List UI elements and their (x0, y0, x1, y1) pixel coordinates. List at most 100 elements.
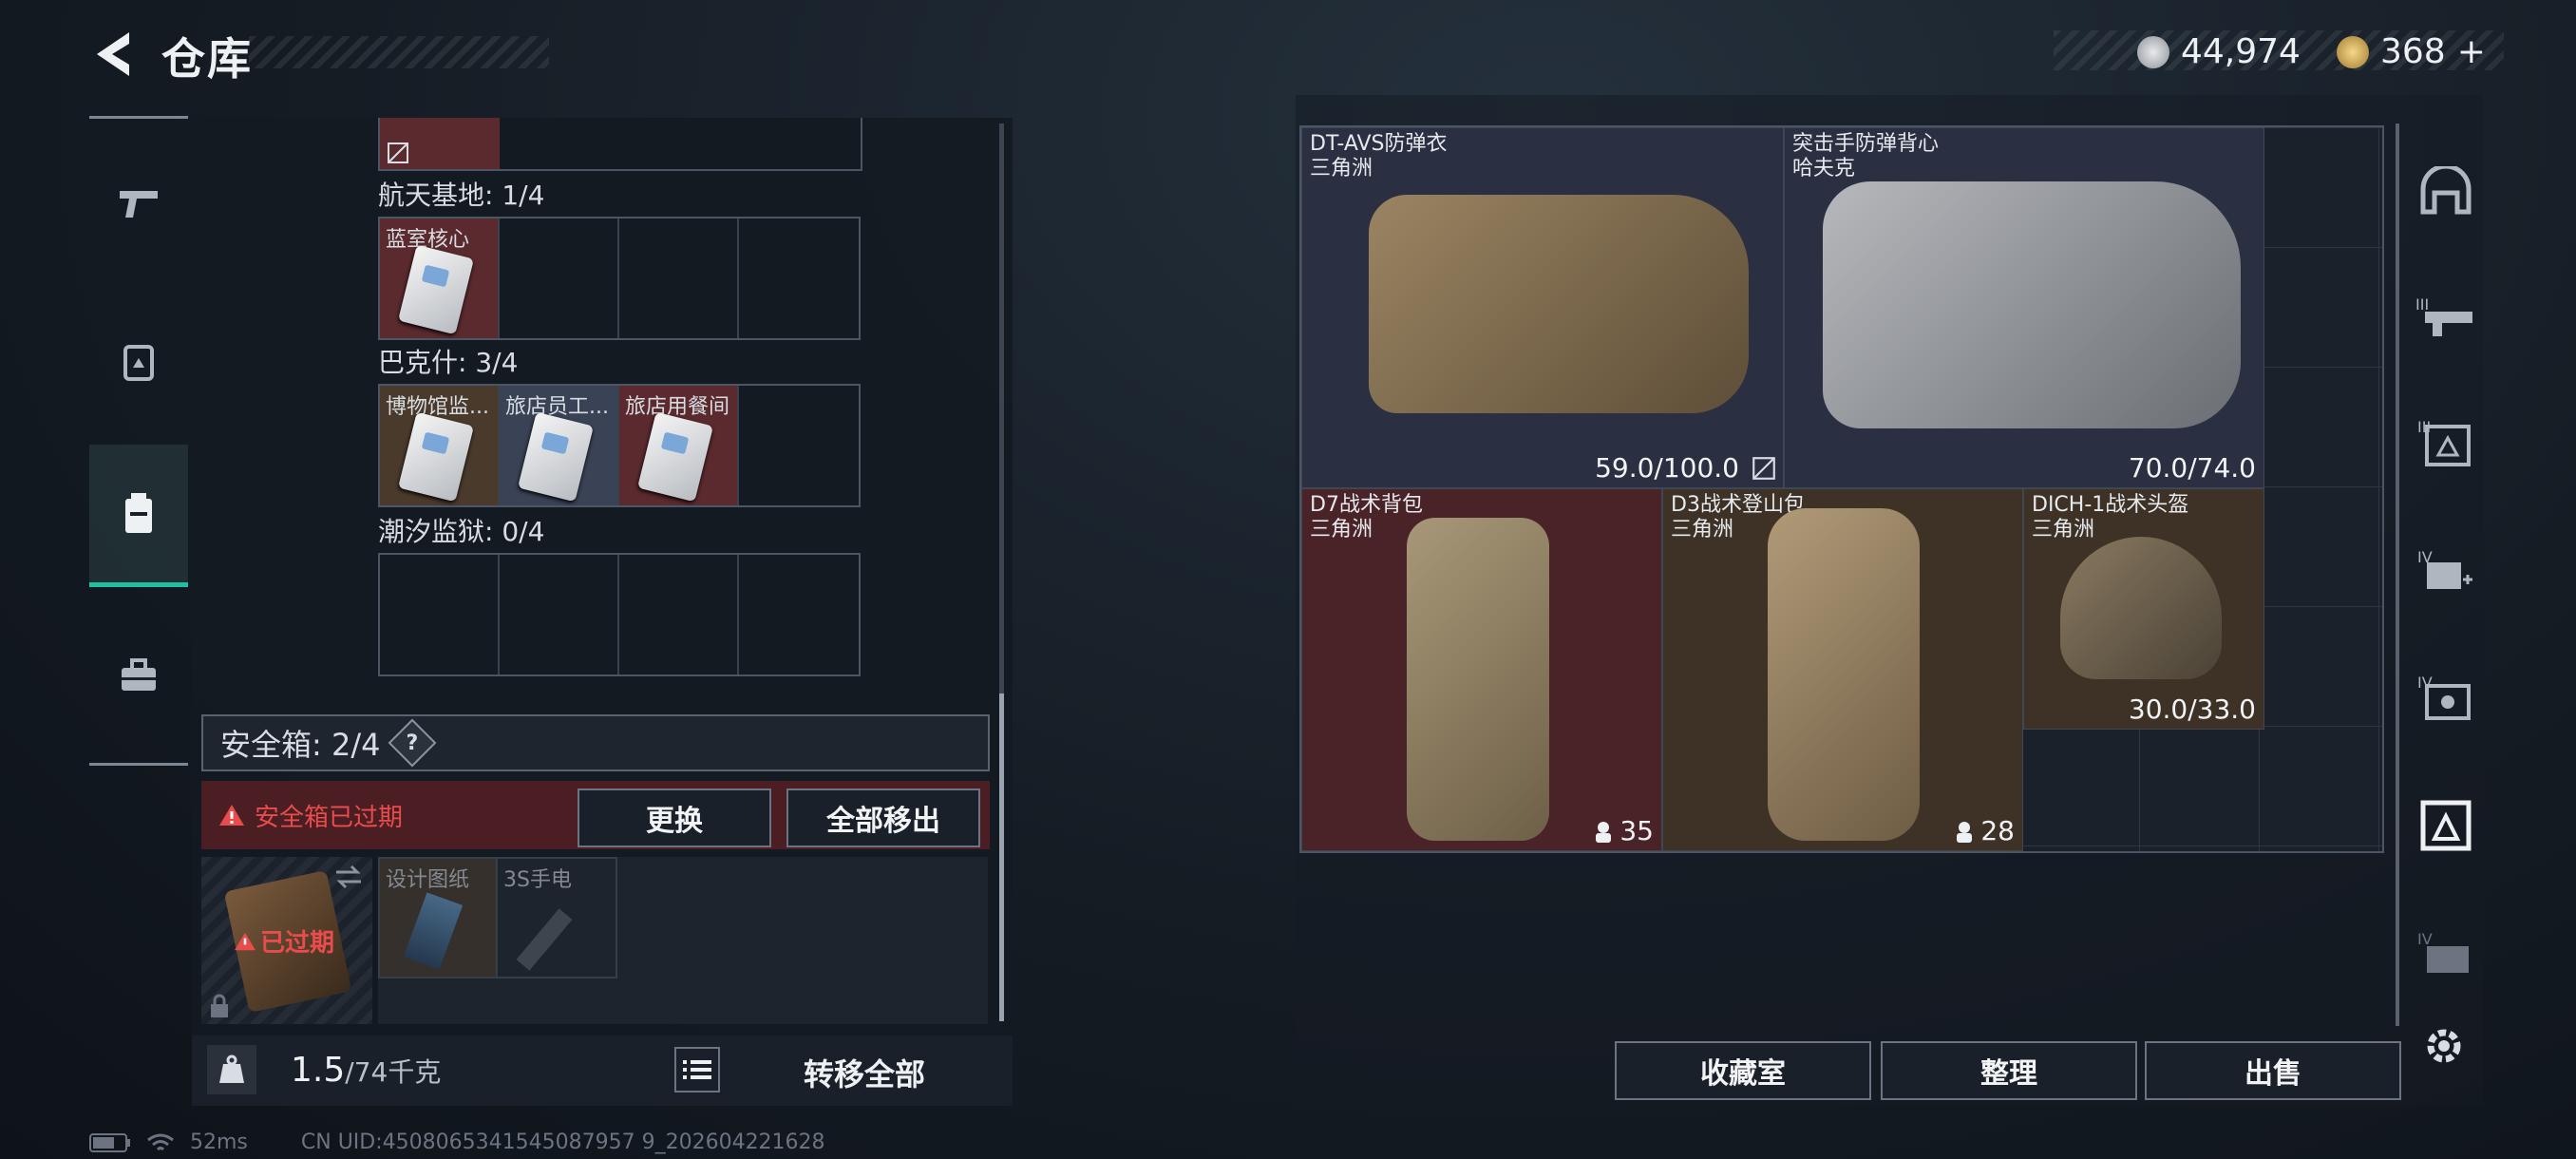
section-label-bakesh: 巴克什: 3/4 (378, 347, 519, 378)
title-decoration (249, 36, 549, 68)
item-slot[interactable]: 博物馆监... (380, 386, 500, 505)
storage-tab-misc[interactable]: IV (2405, 912, 2487, 994)
svg-text:IV: IV (2417, 674, 2433, 692)
lock-icon (211, 994, 228, 1017)
page-title: 仓库 (161, 33, 253, 85)
backpack-image (1407, 518, 1549, 841)
item-d3-backpack[interactable]: D3战术登山包 三角洲 28 (1662, 488, 2023, 851)
replace-button[interactable]: 更换 (578, 788, 771, 847)
misc-crate-icon: IV (2417, 930, 2469, 973)
section-label-space-base: 航天基地: 1/4 (378, 180, 545, 211)
gear-icon (2427, 1029, 2461, 1063)
item-slot[interactable]: 3S手电 (498, 857, 617, 978)
storage-scrollbar[interactable] (2396, 124, 2399, 1026)
empty-slot[interactable] (739, 218, 859, 338)
gear-crate-icon: III (2417, 418, 2471, 466)
add-currency-button[interactable]: + (2457, 32, 2486, 71)
rail-equipment[interactable] (89, 291, 188, 433)
rail-backpack[interactable] (89, 445, 188, 587)
storage-tab-medical[interactable]: IV (2405, 530, 2487, 612)
status-bar: 52ms CN UID:4508065341545087957 9_202604… (89, 1130, 825, 1154)
gold-coin-icon (2337, 35, 2369, 68)
partial-grid-row (378, 118, 862, 171)
section-label-tide-prison: 潮汐监狱: 0/4 (378, 516, 545, 547)
warning-icon (235, 932, 256, 950)
capacity-icon (1596, 821, 1612, 843)
remove-all-button[interactable]: 全部移出 (786, 788, 980, 847)
silver-currency: 44,974 (2137, 32, 2301, 71)
rail-toolbox[interactable] (89, 604, 188, 747)
storage-tab-equipment[interactable] (2405, 785, 2487, 866)
empty-slot[interactable] (500, 555, 619, 674)
storage-tab-gear[interactable]: III (2405, 403, 2487, 484)
rail-weapons[interactable] (89, 133, 188, 276)
item-assault-vest[interactable]: 突击手防弹背心 哈夫克 70.0/74.0 (1784, 127, 2264, 488)
uid-text: CN UID:4508065341545087957 9_20260422162… (300, 1130, 825, 1154)
scrollbar-thumb[interactable] (999, 694, 1004, 1021)
empty-slot[interactable] (739, 555, 859, 674)
key-crate-icon: IV (2417, 674, 2471, 720)
sort-button[interactable]: 整理 (1881, 1041, 2137, 1100)
backpack-icon (125, 492, 152, 533)
item-slot[interactable]: 旅店用餐间 (619, 386, 739, 505)
expired-tag: 已过期 (234, 923, 334, 959)
keycard-icon (398, 411, 474, 503)
item-slot[interactable]: 旅店员工... (500, 386, 619, 505)
item-d7-backpack[interactable]: D7战术背包 三角洲 35 (1301, 488, 1662, 851)
transfer-all-button[interactable]: 转移全部 (741, 1051, 988, 1094)
back-button[interactable] (87, 27, 137, 82)
collection-room-button[interactable]: 收藏室 (1615, 1041, 1871, 1100)
item-dt-avs-armor[interactable]: DT-AVS防弹衣 三角洲 59.0/100.0 (1301, 127, 1784, 488)
storage-tab-keys[interactable]: IV (2405, 657, 2487, 739)
sell-button[interactable]: 出售 (2145, 1041, 2401, 1100)
svg-text:IV: IV (2417, 930, 2433, 948)
item-slot[interactable]: 设计图纸 (378, 857, 498, 978)
wifi-icon (147, 1133, 174, 1150)
help-button[interactable]: ? (388, 718, 437, 768)
warehouse-icon (2420, 166, 2472, 215)
battery-icon (89, 1132, 130, 1152)
svg-text:III: III (2415, 295, 2429, 314)
weight-readout: 1.5/74千克 (291, 1051, 442, 1090)
ping-value: 52ms (190, 1130, 248, 1154)
empty-slot[interactable] (619, 218, 739, 338)
backpack-image (1768, 508, 1920, 841)
equipment-crate-icon (2420, 800, 2472, 851)
settings-button[interactable] (2420, 1022, 2468, 1070)
armor-image (1369, 195, 1749, 413)
empty-slot[interactable] (380, 555, 500, 674)
medical-crate-icon: IV (2417, 548, 2472, 589)
vest-image (1823, 181, 2241, 428)
grid-row-space-base: 蓝室核心 (378, 217, 861, 340)
swap-icon (336, 864, 361, 889)
armor-icon (123, 345, 154, 381)
silver-coin-icon (2137, 35, 2169, 68)
helmet-image (2060, 537, 2222, 679)
blueprint-icon (403, 892, 464, 970)
list-view-button[interactable] (674, 1047, 720, 1092)
safe-box-label: 安全箱: 2/4 (220, 727, 381, 763)
keycard-icon (637, 411, 713, 503)
storage-tabs: III III IV IV IV (2405, 125, 2487, 1018)
empty-slot[interactable] (500, 218, 619, 338)
grid-row-tide-prison (378, 553, 861, 676)
keycard-icon (518, 411, 594, 503)
safe-box-header: 安全箱: 2/4 ? (201, 714, 990, 771)
grid-row-bakesh: 博物馆监... 旅店员工... 旅店用餐间 (378, 384, 861, 507)
weight-icon (207, 1045, 256, 1094)
safe-box-grid: 设计图纸 3S手电 (378, 857, 988, 1024)
safe-box-slot[interactable]: 已过期 (201, 857, 372, 1024)
warning-icon (219, 805, 244, 826)
no-insure-icon (1752, 457, 1775, 480)
no-insure-icon (388, 142, 408, 163)
empty-slot[interactable] (739, 386, 859, 505)
item-dich-helmet[interactable]: DICH-1战术头盔 三角洲 30.0/33.0 (2023, 488, 2264, 730)
capacity-icon (1957, 821, 1973, 843)
item-slot[interactable]: 蓝室核心 (380, 218, 500, 338)
empty-slot[interactable] (619, 555, 739, 674)
storage-tab-main[interactable] (2405, 150, 2487, 232)
storage-tab-weapons[interactable]: III (2405, 276, 2487, 357)
gun-icon (120, 191, 158, 218)
gold-currency[interactable]: 368 + (2337, 32, 2486, 71)
toolbox-icon (122, 658, 156, 691)
